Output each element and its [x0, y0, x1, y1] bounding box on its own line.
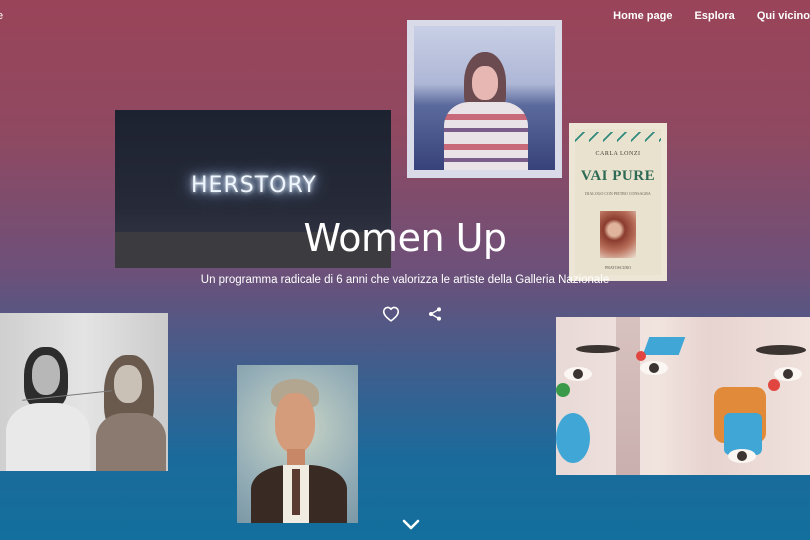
mirror-stripe [616, 317, 640, 475]
woman-by-sea-photo[interactable] [407, 20, 562, 178]
book-title: VAI PURE [580, 168, 656, 184]
red-dot [768, 379, 780, 391]
tie-shape [292, 469, 300, 515]
body-shape [96, 413, 166, 471]
nav-edge-label[interactable]: e [0, 10, 3, 22]
nav-links: Home page Esplora Qui vicino [613, 10, 810, 22]
action-buttons [380, 303, 446, 325]
eye-shape [728, 449, 756, 463]
book-author: CARLA LONZI [595, 151, 641, 157]
eyebrow-shape [576, 345, 620, 353]
chevron-down-icon [402, 519, 420, 530]
scroll-down-button[interactable] [401, 517, 421, 533]
face-shape [114, 365, 142, 403]
body-shape [6, 403, 90, 471]
nav-link-nearby[interactable]: Qui vicino [757, 10, 810, 22]
page-subtitle: Un programma radicale di 6 anni che valo… [200, 274, 610, 286]
eye-shape [564, 367, 592, 381]
book-publisher: PRATOSCURO [605, 265, 631, 270]
red-dot [636, 351, 646, 361]
painted-faces-photo[interactable] [556, 317, 810, 475]
striped-shirt-shape [444, 102, 528, 170]
eye-shape [774, 367, 802, 381]
neon-sign-text: HERSTORY [191, 173, 317, 198]
face-shape [275, 393, 315, 453]
book-subtitle: DIALOGO CON PIETRO CONSAGRA [585, 191, 651, 196]
eye-shape [640, 361, 668, 375]
face-shape [472, 66, 498, 100]
face-shape [32, 355, 60, 395]
two-women-photo[interactable] [0, 313, 168, 471]
blue-paint [642, 337, 686, 355]
portrait-painting-photo[interactable] [237, 365, 358, 523]
green-dot [556, 383, 570, 397]
zigzag-border [575, 132, 661, 142]
page-title: Women Up [303, 216, 507, 260]
photo-print [414, 26, 555, 170]
share-icon [429, 307, 441, 321]
top-navigation: e Home page Esplora Qui vicino [0, 0, 810, 34]
woman-right [92, 353, 168, 471]
blue-shape [556, 413, 590, 463]
nav-link-home[interactable]: Home page [613, 10, 672, 22]
woman-left [4, 341, 90, 471]
eyebrow-shape [756, 345, 806, 355]
heart-icon [382, 306, 400, 322]
share-button[interactable] [424, 303, 446, 325]
like-button[interactable] [380, 303, 402, 325]
nav-link-explore[interactable]: Esplora [694, 10, 734, 22]
